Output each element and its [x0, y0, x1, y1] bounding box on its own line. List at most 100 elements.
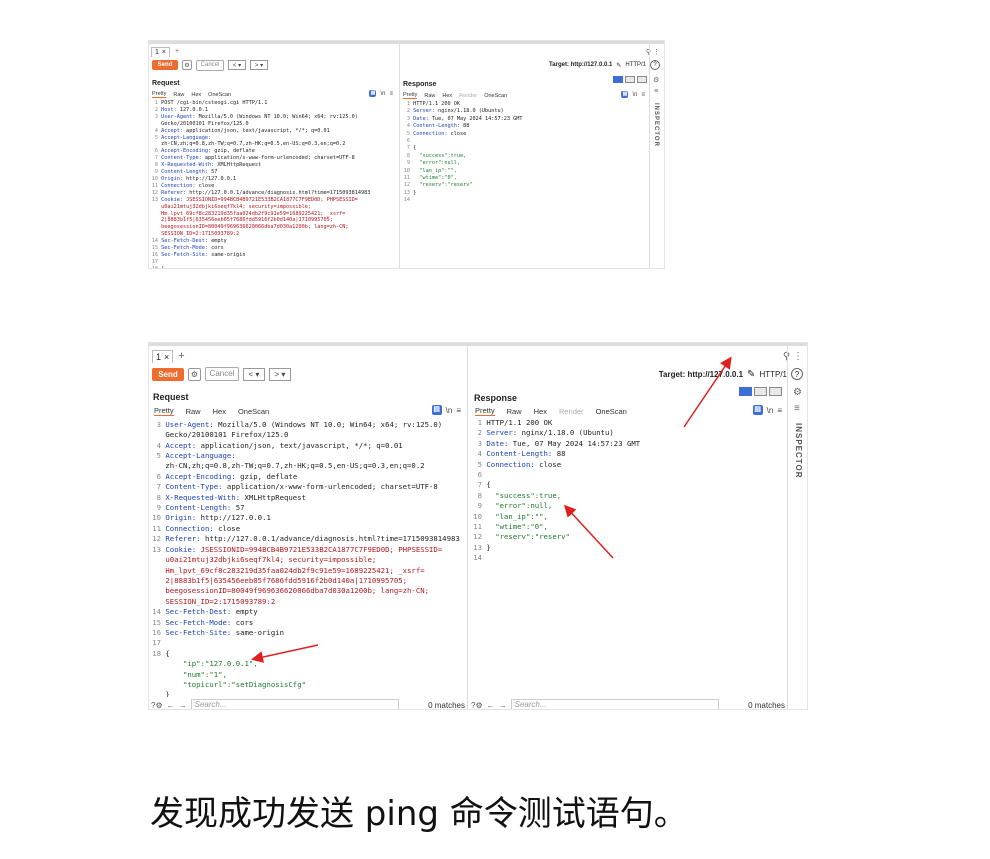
tab-pretty[interactable]: Pretty [152, 91, 167, 98]
tab-raw[interactable]: Raw [507, 407, 522, 416]
inspector-settings-icon[interactable]: ⚙ [793, 387, 802, 398]
newline-toggle-icon[interactable]: \n [767, 406, 774, 415]
code-line: 7 Content-Type: application/x-www-form-u… [151, 155, 370, 162]
code-line: 18 { [151, 649, 460, 659]
line-number: 12 [152, 534, 161, 544]
forward-nav-icon[interactable]: > ▾ [250, 60, 268, 70]
new-tab-icon[interactable]: + [178, 350, 184, 362]
protocol-label[interactable]: HTTP/1 [625, 62, 646, 68]
next-match-icon[interactable]: → [179, 701, 187, 710]
header-key: Origin: [161, 175, 183, 182]
line-number: 2 [154, 106, 158, 113]
request-search-input[interactable]: Search... [190, 699, 399, 709]
header-key: X-Requested-With: [161, 162, 215, 169]
code-line: 16 Sec-Fetch-Site: same-origin [151, 252, 370, 259]
tab-onescan[interactable]: OneScan [208, 92, 231, 98]
tab-pretty[interactable]: Pretty [475, 406, 495, 416]
header-value: empty [207, 238, 227, 245]
back-nav-icon[interactable]: < ▾ [228, 60, 246, 70]
tab-hex[interactable]: Hex [213, 407, 226, 416]
tab-close-icon[interactable]: × [162, 49, 166, 56]
line-number: 4 [477, 449, 482, 459]
new-tab-icon[interactable]: + [175, 48, 179, 55]
response-editor[interactable]: 1 HTTP/1.1 200 OK 2 Server: nginx/1.18.0 … [403, 101, 523, 205]
layout-horizontal-icon[interactable] [754, 387, 767, 396]
pane-divider[interactable] [399, 41, 400, 268]
prev-match-icon[interactable]: ← [487, 701, 495, 710]
tab-raw[interactable]: Raw [173, 92, 184, 98]
repeater-tab[interactable]: 1 × [152, 349, 174, 363]
tab-onescan[interactable]: OneScan [484, 93, 507, 99]
inspector-menu-icon[interactable]: ≡ [654, 88, 658, 95]
protocol-label[interactable]: HTTP/1 [759, 370, 787, 379]
line-number: 1 [154, 100, 158, 106]
send-button[interactable]: Send [152, 60, 178, 70]
help-icon[interactable]: ?⚙ [151, 701, 163, 710]
layout-single-icon[interactable] [637, 76, 647, 83]
tab-render[interactable]: Render [559, 407, 584, 416]
target-info[interactable]: Target: http://127.0.0.1 ✎ HTTP/1 ? [659, 368, 807, 380]
tab-raw[interactable]: Raw [424, 93, 435, 99]
format-icon[interactable]: ▤ [369, 90, 377, 97]
menu-icon[interactable]: ≡ [389, 91, 393, 97]
tab-onescan[interactable]: OneScan [596, 407, 627, 416]
edit-pencil-icon[interactable]: ✎ [747, 369, 755, 380]
tab-pretty[interactable]: Pretty [154, 406, 174, 416]
request-editor[interactable]: 1 POST /cgi-bin/csteogi.cgi HTTP/1.12 Ho… [151, 100, 371, 268]
code-line: 14 Sec-Fetch-Dest: empty [151, 238, 370, 245]
layout-horizontal-icon[interactable] [625, 76, 635, 83]
edit-pencil-icon[interactable]: ✎ [616, 62, 621, 69]
response-search-input[interactable]: Search... [510, 699, 719, 709]
pane-divider[interactable] [467, 343, 468, 709]
help-icon[interactable]: ? [791, 368, 803, 380]
line-number: 3 [477, 438, 482, 448]
format-icon[interactable]: ▤ [431, 405, 442, 415]
settings-gear-icon[interactable]: ⚙ [188, 367, 201, 381]
help-icon[interactable]: ? [650, 60, 660, 70]
menu-icon[interactable]: ≡ [641, 92, 645, 98]
layout-split-icon[interactable] [613, 76, 623, 83]
line-number: 14 [152, 607, 161, 617]
next-match-icon[interactable]: → [499, 701, 507, 710]
header-value: POST /cgi-bin/csteogi.cgi HTTP/1.1 [161, 100, 268, 106]
line-number: 9 [477, 501, 482, 511]
inspector-settings-icon[interactable]: ⚙ [653, 76, 659, 84]
tab-pretty[interactable]: Pretty [403, 92, 418, 99]
tab-onescan[interactable]: OneScan [238, 407, 269, 416]
layout-single-icon[interactable] [769, 387, 782, 396]
settings-gear-icon[interactable]: ⚙ [182, 60, 192, 70]
menu-icon[interactable]: ≡ [456, 406, 461, 415]
tab-hex[interactable]: Hex [534, 407, 547, 416]
inspector-menu-icon[interactable]: ≡ [794, 403, 800, 414]
back-nav-icon[interactable]: < ▾ [243, 367, 265, 381]
header-key: Connection: [486, 459, 535, 469]
cancel-button[interactable]: Cancel [196, 59, 224, 71]
format-icon[interactable]: ▤ [621, 91, 629, 98]
response-title: Response [403, 81, 437, 88]
format-icon[interactable]: ▤ [752, 405, 763, 415]
newline-toggle-icon[interactable]: \n [380, 91, 385, 97]
send-button[interactable]: Send [152, 367, 184, 381]
tab-render[interactable]: Render [459, 93, 477, 99]
cancel-button[interactable]: Cancel [205, 367, 239, 381]
inspector-label[interactable]: INSPECTOR [653, 103, 659, 147]
inspector-label[interactable]: INSPECTOR [794, 423, 803, 479]
code-line: 1 HTTP/1.1 200 OK [472, 418, 640, 428]
line-number: 6 [477, 470, 482, 480]
tab-hex[interactable]: Hex [442, 93, 452, 99]
response-editor[interactable]: 1 HTTP/1.1 200 OK 2 Server: nginx/1.18.0 … [472, 418, 640, 564]
menu-icon[interactable]: ≡ [777, 406, 782, 415]
layout-split-icon[interactable] [739, 387, 752, 396]
newline-toggle-icon[interactable]: \n [446, 406, 453, 415]
tab-raw[interactable]: Raw [186, 407, 201, 416]
request-editor[interactable]: 1 POST /cgi-bin/csteogi.cgi HTTP/1.12 Ho… [151, 416, 460, 697]
tab-close-icon[interactable]: × [164, 352, 169, 362]
forward-nav-icon[interactable]: > ▾ [269, 367, 291, 381]
header-value: close [213, 523, 241, 533]
target-info[interactable]: Target: http://127.0.0.1 ✎ HTTP/1 ? [549, 60, 664, 70]
prev-match-icon[interactable]: ← [167, 701, 175, 710]
help-icon[interactable]: ?⚙ [471, 701, 483, 710]
repeater-tab[interactable]: 1 × [151, 46, 170, 57]
tab-hex[interactable]: Hex [191, 92, 201, 98]
newline-toggle-icon[interactable]: \n [632, 92, 637, 98]
